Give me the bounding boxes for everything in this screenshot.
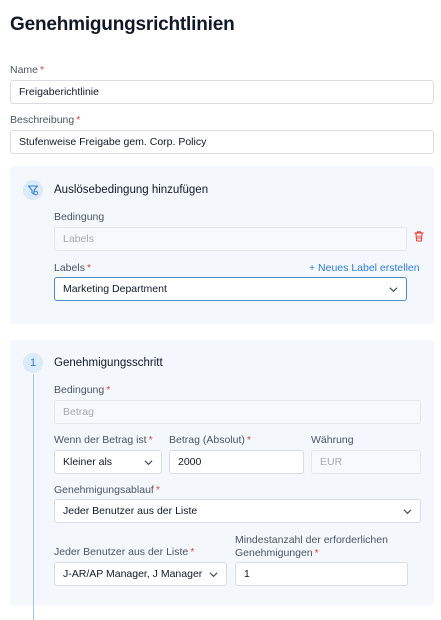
chevron-down-icon (389, 286, 398, 292)
required-mark: * (106, 384, 111, 396)
min-approvals-input[interactable]: 1 (235, 562, 408, 586)
step-timeline-line (33, 374, 34, 620)
labels-select-value: Marketing Department (63, 283, 167, 295)
required-mark: * (190, 546, 195, 558)
step-condition-placeholder: Betrag (63, 406, 94, 418)
user-list-select[interactable]: J-AR/AP Manager, J Manager (54, 562, 227, 586)
trigger-condition-placeholder: Labels (63, 233, 94, 245)
flow-select-value: Jeder Benutzer aus der Liste (63, 505, 198, 517)
user-list-label: Jeder Benutzer aus der Liste * (54, 546, 194, 558)
chevron-down-icon (209, 571, 218, 577)
step-number-badge: 1 (23, 353, 43, 373)
amount-input[interactable]: 2000 (169, 450, 304, 474)
step-title: Genehmigungsschritt (54, 357, 163, 369)
filter-icon (23, 180, 43, 200)
trigger-condition-input[interactable]: Labels (54, 227, 407, 251)
required-mark: * (40, 64, 45, 76)
description-label: Beschreibung * (10, 114, 80, 126)
required-mark: * (155, 484, 160, 496)
currency-placeholder: EUR (320, 456, 343, 468)
name-label: Name * (10, 64, 44, 76)
required-mark: * (76, 114, 81, 126)
currency-label: Währung (311, 434, 354, 446)
currency-input[interactable]: EUR (311, 450, 421, 474)
min-approvals-input-value: 1 (244, 568, 250, 580)
trash-icon[interactable] (412, 229, 426, 243)
chevron-down-icon (144, 459, 153, 465)
if-amount-label: Wenn der Betrag ist * (54, 434, 153, 446)
description-input-value: Stufenweise Freigabe gem. Corp. Policy (19, 136, 207, 148)
if-amount-select[interactable]: Kleiner als (54, 450, 162, 474)
trigger-condition-label: Bedingung (54, 211, 105, 223)
labels-select[interactable]: Marketing Department (54, 277, 407, 301)
name-label-text: Name (10, 64, 39, 76)
name-input-value: Freigaberichtlinie (19, 86, 99, 98)
amount-input-value: 2000 (178, 456, 202, 468)
new-label-link[interactable]: + Neues Label erstellen (309, 262, 420, 274)
flow-select[interactable]: Jeder Benutzer aus der Liste (54, 499, 421, 523)
trigger-title: Auslösebedingung hinzufügen (54, 184, 209, 196)
if-amount-select-value: Kleiner als (63, 456, 113, 468)
description-label-text: Beschreibung (10, 114, 75, 126)
labels-label: Labels * (54, 262, 91, 274)
required-mark: * (314, 547, 319, 559)
flow-label: Genehmigungsablauf * (54, 484, 160, 496)
min-approvals-label-line1: Mindestanzahl der erforderlichen (235, 534, 388, 546)
step-condition-label-text: Bedingung (54, 384, 105, 396)
description-input[interactable]: Stufenweise Freigabe gem. Corp. Policy (10, 130, 434, 154)
amount-label: Betrag (Absolut) * (169, 434, 251, 446)
step-condition-label: Bedingung * (54, 384, 110, 396)
name-input[interactable]: Freigaberichtlinie (10, 80, 434, 104)
min-approvals-label-line2: Genehmigungen (235, 547, 313, 559)
labels-label-text: Labels (54, 262, 85, 274)
required-mark: * (86, 262, 92, 274)
amount-label-text: Betrag (Absolut) (169, 434, 245, 446)
if-amount-label-text: Wenn der Betrag ist (54, 434, 147, 446)
chevron-down-icon (403, 508, 412, 514)
flow-label-text: Genehmigungsablauf (54, 484, 154, 496)
page-title: Genehmigungsrichtlinien (10, 14, 235, 35)
step-condition-input[interactable]: Betrag (54, 400, 421, 424)
required-mark: * (246, 434, 251, 446)
required-mark: * (148, 434, 153, 446)
user-list-select-value: J-AR/AP Manager, J Manager (63, 568, 203, 580)
min-approvals-label: Mindestanzahl der erforderlichen Genehmi… (235, 534, 388, 560)
user-list-label-text: Jeder Benutzer aus der Liste (54, 546, 189, 558)
